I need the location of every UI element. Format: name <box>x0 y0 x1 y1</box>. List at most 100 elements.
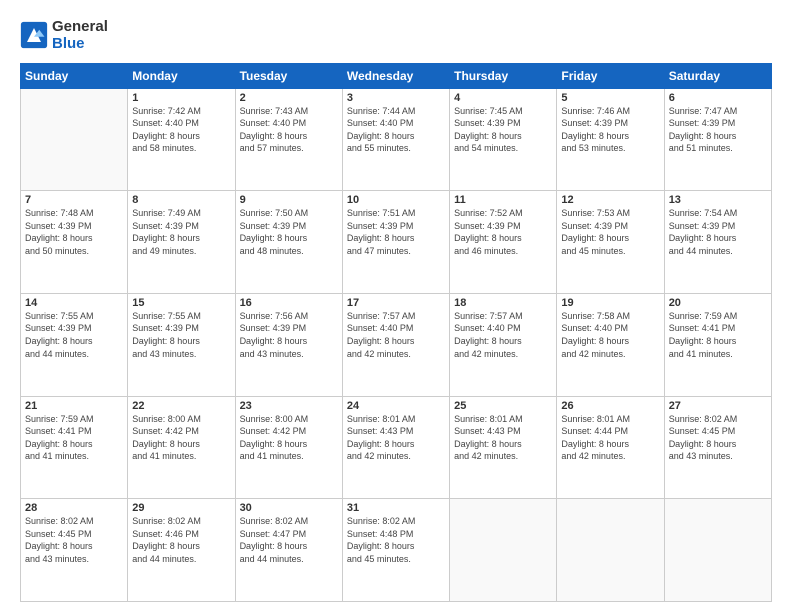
calendar-cell: 11Sunrise: 7:52 AMSunset: 4:39 PMDayligh… <box>450 191 557 294</box>
day-number: 20 <box>669 297 767 309</box>
calendar-cell: 31Sunrise: 8:02 AMSunset: 4:48 PMDayligh… <box>342 499 449 602</box>
day-number: 28 <box>25 502 123 514</box>
calendar-cell <box>21 88 128 191</box>
day-info: Sunrise: 8:02 AMSunset: 4:46 PMDaylight:… <box>132 515 230 565</box>
calendar-cell: 7Sunrise: 7:48 AMSunset: 4:39 PMDaylight… <box>21 191 128 294</box>
calendar-cell: 2Sunrise: 7:43 AMSunset: 4:40 PMDaylight… <box>235 88 342 191</box>
calendar-cell <box>557 499 664 602</box>
header: General Blue <box>20 18 772 53</box>
day-number: 17 <box>347 297 445 309</box>
calendar-cell <box>450 499 557 602</box>
generalblue-icon <box>20 21 48 49</box>
weekday-header-row: SundayMondayTuesdayWednesdayThursdayFrid… <box>21 63 772 88</box>
day-number: 19 <box>561 297 659 309</box>
day-info: Sunrise: 7:49 AMSunset: 4:39 PMDaylight:… <box>132 207 230 257</box>
day-info: Sunrise: 7:42 AMSunset: 4:40 PMDaylight:… <box>132 105 230 155</box>
day-number: 18 <box>454 297 552 309</box>
day-info: Sunrise: 7:55 AMSunset: 4:39 PMDaylight:… <box>132 310 230 360</box>
page: General Blue SundayMondayTuesdayWednesda… <box>0 0 792 612</box>
calendar-cell: 20Sunrise: 7:59 AMSunset: 4:41 PMDayligh… <box>664 293 771 396</box>
calendar-table: SundayMondayTuesdayWednesdayThursdayFrid… <box>20 63 772 603</box>
calendar-cell: 19Sunrise: 7:58 AMSunset: 4:40 PMDayligh… <box>557 293 664 396</box>
day-number: 12 <box>561 194 659 206</box>
calendar-cell: 24Sunrise: 8:01 AMSunset: 4:43 PMDayligh… <box>342 396 449 499</box>
calendar-cell <box>664 499 771 602</box>
weekday-header-thursday: Thursday <box>450 63 557 88</box>
week-row-2: 14Sunrise: 7:55 AMSunset: 4:39 PMDayligh… <box>21 293 772 396</box>
day-number: 29 <box>132 502 230 514</box>
calendar-cell: 25Sunrise: 8:01 AMSunset: 4:43 PMDayligh… <box>450 396 557 499</box>
day-number: 8 <box>132 194 230 206</box>
calendar-cell: 18Sunrise: 7:57 AMSunset: 4:40 PMDayligh… <box>450 293 557 396</box>
calendar-cell: 16Sunrise: 7:56 AMSunset: 4:39 PMDayligh… <box>235 293 342 396</box>
calendar-cell: 8Sunrise: 7:49 AMSunset: 4:39 PMDaylight… <box>128 191 235 294</box>
day-info: Sunrise: 8:02 AMSunset: 4:47 PMDaylight:… <box>240 515 338 565</box>
calendar-cell: 9Sunrise: 7:50 AMSunset: 4:39 PMDaylight… <box>235 191 342 294</box>
day-info: Sunrise: 7:52 AMSunset: 4:39 PMDaylight:… <box>454 207 552 257</box>
weekday-header-sunday: Sunday <box>21 63 128 88</box>
day-number: 5 <box>561 92 659 104</box>
day-number: 22 <box>132 400 230 412</box>
day-info: Sunrise: 7:48 AMSunset: 4:39 PMDaylight:… <box>25 207 123 257</box>
calendar-cell: 3Sunrise: 7:44 AMSunset: 4:40 PMDaylight… <box>342 88 449 191</box>
day-number: 31 <box>347 502 445 514</box>
weekday-header-tuesday: Tuesday <box>235 63 342 88</box>
day-number: 21 <box>25 400 123 412</box>
calendar-cell: 17Sunrise: 7:57 AMSunset: 4:40 PMDayligh… <box>342 293 449 396</box>
calendar-cell: 1Sunrise: 7:42 AMSunset: 4:40 PMDaylight… <box>128 88 235 191</box>
day-number: 16 <box>240 297 338 309</box>
calendar-cell: 28Sunrise: 8:02 AMSunset: 4:45 PMDayligh… <box>21 499 128 602</box>
day-number: 24 <box>347 400 445 412</box>
weekday-header-friday: Friday <box>557 63 664 88</box>
calendar-cell: 5Sunrise: 7:46 AMSunset: 4:39 PMDaylight… <box>557 88 664 191</box>
day-info: Sunrise: 7:45 AMSunset: 4:39 PMDaylight:… <box>454 105 552 155</box>
day-info: Sunrise: 7:44 AMSunset: 4:40 PMDaylight:… <box>347 105 445 155</box>
weekday-header-wednesday: Wednesday <box>342 63 449 88</box>
day-info: Sunrise: 7:58 AMSunset: 4:40 PMDaylight:… <box>561 310 659 360</box>
day-number: 14 <box>25 297 123 309</box>
day-number: 7 <box>25 194 123 206</box>
day-number: 30 <box>240 502 338 514</box>
day-info: Sunrise: 8:01 AMSunset: 4:44 PMDaylight:… <box>561 413 659 463</box>
day-number: 4 <box>454 92 552 104</box>
day-info: Sunrise: 7:51 AMSunset: 4:39 PMDaylight:… <box>347 207 445 257</box>
logo-general: General <box>52 18 108 35</box>
week-row-0: 1Sunrise: 7:42 AMSunset: 4:40 PMDaylight… <box>21 88 772 191</box>
day-info: Sunrise: 8:02 AMSunset: 4:45 PMDaylight:… <box>669 413 767 463</box>
day-info: Sunrise: 7:57 AMSunset: 4:40 PMDaylight:… <box>454 310 552 360</box>
day-number: 6 <box>669 92 767 104</box>
week-row-3: 21Sunrise: 7:59 AMSunset: 4:41 PMDayligh… <box>21 396 772 499</box>
day-info: Sunrise: 8:02 AMSunset: 4:48 PMDaylight:… <box>347 515 445 565</box>
day-number: 11 <box>454 194 552 206</box>
day-number: 25 <box>454 400 552 412</box>
day-number: 13 <box>669 194 767 206</box>
calendar-cell: 4Sunrise: 7:45 AMSunset: 4:39 PMDaylight… <box>450 88 557 191</box>
day-number: 2 <box>240 92 338 104</box>
day-info: Sunrise: 7:46 AMSunset: 4:39 PMDaylight:… <box>561 105 659 155</box>
logo-text: General Blue <box>52 18 108 53</box>
calendar-cell: 13Sunrise: 7:54 AMSunset: 4:39 PMDayligh… <box>664 191 771 294</box>
calendar-cell: 10Sunrise: 7:51 AMSunset: 4:39 PMDayligh… <box>342 191 449 294</box>
day-number: 1 <box>132 92 230 104</box>
week-row-4: 28Sunrise: 8:02 AMSunset: 4:45 PMDayligh… <box>21 499 772 602</box>
day-info: Sunrise: 8:00 AMSunset: 4:42 PMDaylight:… <box>240 413 338 463</box>
calendar-cell: 23Sunrise: 8:00 AMSunset: 4:42 PMDayligh… <box>235 396 342 499</box>
logo: General Blue <box>20 18 108 53</box>
day-info: Sunrise: 8:02 AMSunset: 4:45 PMDaylight:… <box>25 515 123 565</box>
day-number: 15 <box>132 297 230 309</box>
calendar-cell: 12Sunrise: 7:53 AMSunset: 4:39 PMDayligh… <box>557 191 664 294</box>
day-info: Sunrise: 7:55 AMSunset: 4:39 PMDaylight:… <box>25 310 123 360</box>
calendar-cell: 29Sunrise: 8:02 AMSunset: 4:46 PMDayligh… <box>128 499 235 602</box>
day-info: Sunrise: 7:57 AMSunset: 4:40 PMDaylight:… <box>347 310 445 360</box>
calendar-cell: 26Sunrise: 8:01 AMSunset: 4:44 PMDayligh… <box>557 396 664 499</box>
day-number: 10 <box>347 194 445 206</box>
logo-blue: Blue <box>52 35 85 52</box>
calendar-cell: 14Sunrise: 7:55 AMSunset: 4:39 PMDayligh… <box>21 293 128 396</box>
day-number: 27 <box>669 400 767 412</box>
day-number: 23 <box>240 400 338 412</box>
day-number: 9 <box>240 194 338 206</box>
day-info: Sunrise: 8:01 AMSunset: 4:43 PMDaylight:… <box>454 413 552 463</box>
calendar-cell: 22Sunrise: 8:00 AMSunset: 4:42 PMDayligh… <box>128 396 235 499</box>
day-info: Sunrise: 7:47 AMSunset: 4:39 PMDaylight:… <box>669 105 767 155</box>
calendar-cell: 21Sunrise: 7:59 AMSunset: 4:41 PMDayligh… <box>21 396 128 499</box>
